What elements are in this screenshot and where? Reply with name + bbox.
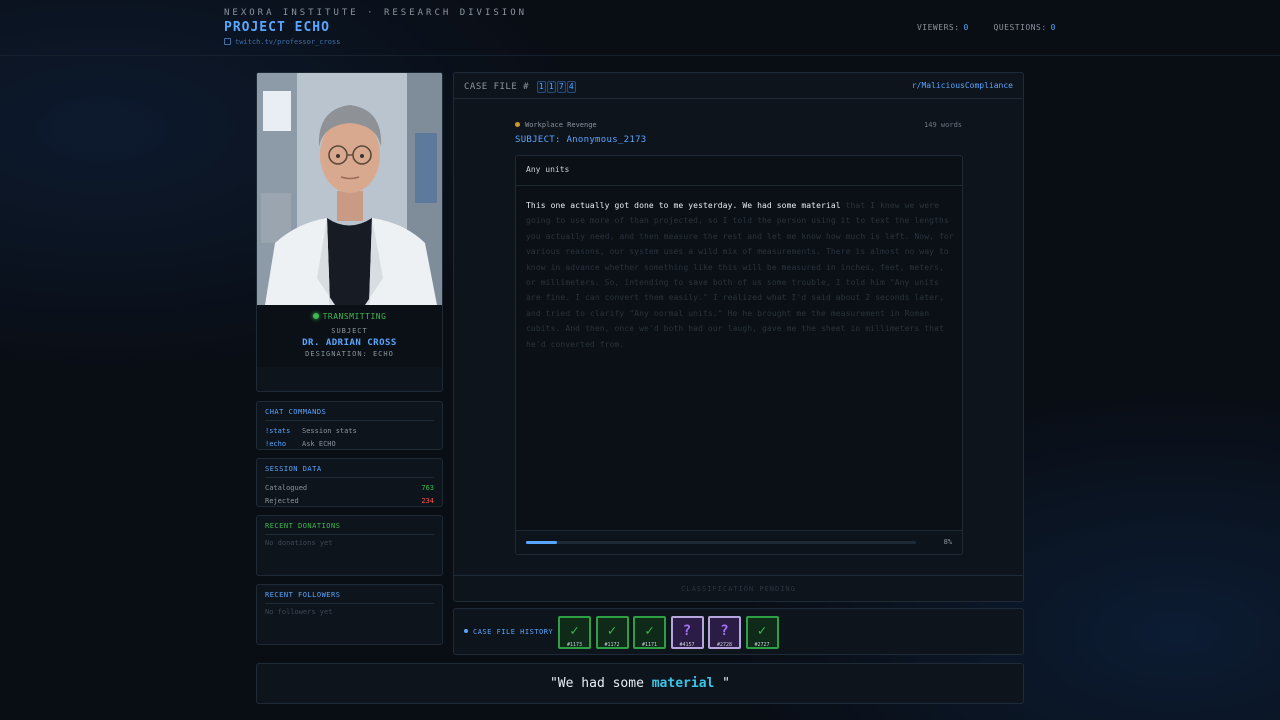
catalogued-count: 763 <box>421 484 434 492</box>
history-tile[interactable]: ? #4157 <box>670 616 704 649</box>
progress-track <box>526 541 916 544</box>
subject-portrait <box>257 73 442 305</box>
command-name: !stats <box>265 427 291 435</box>
quote-close: " <box>714 676 731 691</box>
word-count: 149 words <box>924 121 962 129</box>
catalogued-row: Catalogued 763 <box>265 482 434 495</box>
header-stats: VIEWERS: 0 QUESTIONS: 0 <box>917 23 1056 32</box>
project-title: PROJECT ECHO <box>224 20 330 35</box>
history-tile-id: #1172 <box>604 642 620 648</box>
designation: DESIGNATION: ECHO <box>305 350 394 358</box>
quote-highlight: material <box>651 676 715 691</box>
followers-title: RECENT FOLLOWERS <box>265 591 434 604</box>
subject-label: SUBJECT <box>331 327 368 335</box>
questions-count: 0 <box>1050 23 1056 32</box>
category-tag: Workplace Revenge <box>515 121 597 129</box>
command-desc: Session stats <box>302 427 357 435</box>
channel-url: twitch.tv/professor_cross <box>235 38 341 46</box>
case-file-number: CASE FILE # 1174 <box>464 81 577 93</box>
case-digit: 4 <box>567 81 577 93</box>
question-icon: ? <box>720 623 729 639</box>
transmit-status: TRANSMITTING <box>257 312 442 321</box>
quote-open: "We had some <box>549 676 652 691</box>
history-label: CASE FILE HISTORY <box>464 628 553 636</box>
history-tile-id: #2727 <box>754 642 770 648</box>
donations-empty: No donations yet <box>265 539 333 547</box>
session-data-title: SESSION DATA <box>265 465 434 478</box>
case-digit: 7 <box>557 81 567 93</box>
classification-status: CLASSIFICATION PENDING <box>454 575 1023 601</box>
profile-card: TRANSMITTING SUBJECT DR. ADRIAN CROSS DE… <box>256 72 443 392</box>
check-icon: ✓ <box>757 623 767 639</box>
rejected-row: Rejected 234 <box>265 495 434 508</box>
rejected-count: 234 <box>421 497 434 505</box>
status-text: TRANSMITTING <box>322 312 387 321</box>
check-icon: ✓ <box>645 623 654 639</box>
subject-name: DR. ADRIAN CROSS <box>302 338 397 348</box>
history-tile-id: #1173 <box>566 642 583 648</box>
history-tile-id: #2728 <box>716 642 733 648</box>
catalogued-label: Catalogued <box>265 484 308 492</box>
reading-progress: 8% <box>516 530 962 554</box>
story-title: Any units <box>516 156 962 186</box>
quote-bar: "We had some material " <box>256 663 1024 704</box>
history-tile-id: #4157 <box>679 642 695 648</box>
question-icon: ? <box>682 623 692 639</box>
story-body: This one actually got done to me yesterd… <box>526 198 954 352</box>
category-label: Workplace Revenge <box>525 121 597 129</box>
category-dot-icon <box>515 122 520 127</box>
command-row: !echo Ask ECHO <box>265 438 434 451</box>
command-name: !echo <box>265 440 287 448</box>
case-digit: 1 <box>537 81 547 93</box>
rejected-label: Rejected <box>265 497 299 505</box>
donations-title: RECENT DONATIONS <box>265 522 434 535</box>
history-dot-icon <box>464 629 468 633</box>
questions-label: QUESTIONS: <box>993 23 1047 32</box>
live-dot-icon <box>312 313 319 319</box>
case-digits: 1174 <box>537 81 577 93</box>
history-tile[interactable]: ✓ #1173 <box>558 616 591 649</box>
followers-panel: RECENT FOLLOWERS No followers yet <box>256 584 443 645</box>
case-history-bar: CASE FILE HISTORY ✓ #1173 ✓ #1172 ✓ #1171? #41… <box>453 608 1024 655</box>
case-digit: 1 <box>547 81 557 93</box>
viewers-count: 0 <box>963 23 969 32</box>
top-bar: NEXORA INSTITUTE · RESEARCH DIVISION PRO… <box>0 0 1280 56</box>
check-icon: ✓ <box>570 623 579 639</box>
viewers-label: VIEWERS: <box>916 23 960 32</box>
twitch-icon <box>224 38 231 45</box>
subreddit-link[interactable]: r/MaliciousCompliance <box>912 81 1013 90</box>
history-tile[interactable]: ? #2728 <box>708 616 741 649</box>
history-tile-id: #1171 <box>641 642 658 648</box>
chat-commands-panel: CHAT COMMANDS !stats Session stats !echo A… <box>256 401 443 450</box>
org-title: NEXORA INSTITUTE · RESEARCH DIVISION <box>224 8 528 18</box>
story-card: Any units This one actually got done to … <box>515 155 963 555</box>
progress-percent: 8% <box>943 538 952 546</box>
donations-panel: RECENT DONATIONS No donations yet <box>256 515 443 576</box>
chat-commands-title: CHAT COMMANDS <box>265 408 434 421</box>
case-file-panel: CASE FILE # 1174 r/MaliciousCompliance W… <box>453 72 1024 602</box>
command-row: !stats Session stats <box>265 425 434 438</box>
command-desc: Ask ECHO <box>302 440 336 448</box>
channel-link[interactable]: twitch.tv/professor_cross <box>224 38 340 46</box>
profile-caption: TRANSMITTING SUBJECT DR. ADRIAN CROSS DE… <box>257 305 442 367</box>
history-tile[interactable]: ✓ #2727 <box>745 616 779 649</box>
history-tile[interactable]: ✓ #1171 <box>633 616 666 649</box>
followers-empty: No followers yet <box>265 608 333 616</box>
story-revealed-text: This one actually got done to me yesterd… <box>526 201 841 210</box>
check-icon: ✓ <box>607 623 617 639</box>
case-subject: SUBJECT: Anonymous_2173 <box>515 135 647 145</box>
progress-fill <box>526 541 558 544</box>
history-tile[interactable]: ✓ #1172 <box>595 616 629 649</box>
history-label-text: CASE FILE HISTORY <box>473 628 554 636</box>
case-file-label: CASE FILE # <box>464 82 530 92</box>
case-header: CASE FILE # 1174 r/MaliciousCompliance <box>454 73 1023 99</box>
session-data-panel: SESSION DATA Catalogued 763 Rejected 234 <box>256 458 443 507</box>
story-hidden-text: that I knew we were going to use more of… <box>526 201 954 349</box>
